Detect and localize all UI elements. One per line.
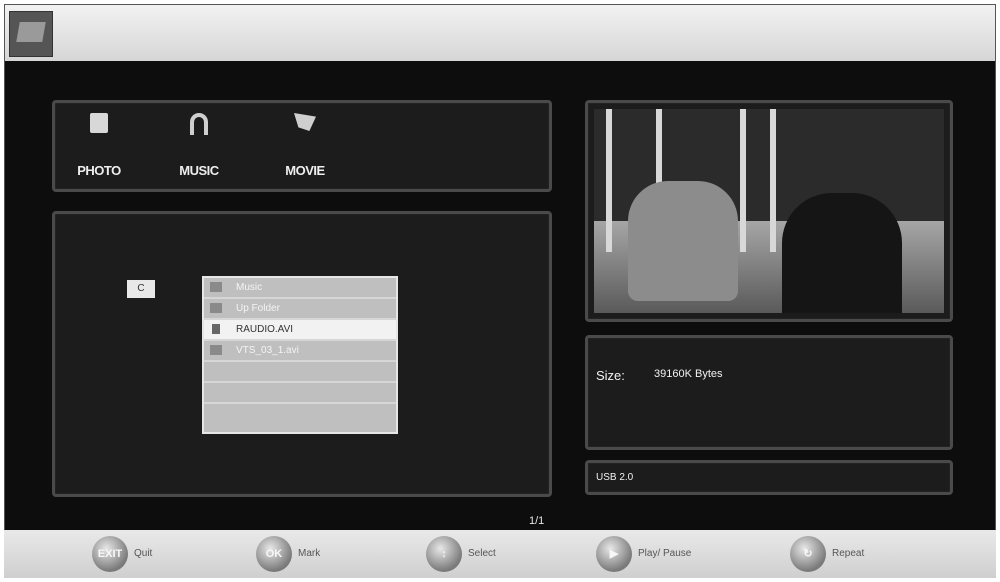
up-folder-icon bbox=[210, 303, 222, 313]
file-info-panel: Size: 39160K Bytes bbox=[585, 335, 953, 450]
repeat-label: Repeat bbox=[832, 548, 865, 559]
list-item[interactable]: Up Folder bbox=[204, 299, 396, 320]
exit-label: Quit bbox=[134, 548, 153, 559]
play-pause-icon: ▶ bbox=[596, 536, 632, 572]
tab-music[interactable]: MUSIC bbox=[159, 109, 239, 178]
page-indicator: 1/1 bbox=[529, 515, 545, 527]
music-icon bbox=[184, 113, 214, 145]
video-preview-image bbox=[594, 109, 944, 313]
file-name: Up Folder bbox=[236, 303, 280, 314]
tab-photo[interactable]: PHOTO bbox=[59, 109, 139, 178]
repeat-icon: ↻ bbox=[790, 536, 826, 572]
ok-label: Mark bbox=[298, 548, 321, 559]
list-item-empty bbox=[204, 404, 396, 425]
tab-photo-label: PHOTO bbox=[77, 163, 121, 178]
bottom-button-bar: EXIT Quit OK Mark ↕ Select ▶ Play/ Pause… bbox=[4, 530, 996, 578]
list-item[interactable]: Music bbox=[204, 278, 396, 299]
tab-movie-label: MOVIE bbox=[285, 163, 325, 178]
media-player-screen: PHOTO MUSIC MOVIE C Music Up Folder RAUD… bbox=[4, 4, 996, 578]
tab-music-label: MUSIC bbox=[179, 163, 219, 178]
list-item-selected[interactable]: RAUDIO.AVI bbox=[204, 320, 396, 341]
play-pause-label: Play/ Pause bbox=[638, 548, 692, 559]
preview-panel bbox=[585, 100, 953, 322]
select-key-icon: ↕ bbox=[426, 536, 462, 572]
file-list: Music Up Folder RAUDIO.AVI VTS_03_1.avi bbox=[202, 276, 398, 434]
file-name: RAUDIO.AVI bbox=[236, 324, 294, 335]
exit-key-icon: EXIT bbox=[92, 536, 128, 572]
size-label: Size: bbox=[596, 368, 625, 383]
size-value: 39160K Bytes bbox=[654, 368, 723, 380]
photo-icon bbox=[84, 113, 114, 145]
app-logo-icon bbox=[9, 11, 53, 57]
list-item-empty bbox=[204, 362, 396, 383]
drive-selector[interactable]: C bbox=[127, 280, 155, 298]
movie-icon bbox=[290, 113, 320, 145]
list-item[interactable]: VTS_03_1.avi bbox=[204, 341, 396, 362]
file-browser-panel: C Music Up Folder RAUDIO.AVI VTS_03_1.av… bbox=[52, 211, 552, 497]
select-label: Select bbox=[468, 548, 496, 559]
ok-key-icon: OK bbox=[256, 536, 292, 572]
device-panel: USB 2.0 bbox=[585, 460, 953, 495]
folder-icon bbox=[210, 282, 222, 292]
list-item-empty bbox=[204, 383, 396, 404]
file-name: VTS_03_1.avi bbox=[236, 345, 299, 356]
video-file-icon bbox=[210, 345, 222, 355]
media-type-panel: PHOTO MUSIC MOVIE bbox=[52, 100, 552, 192]
tab-movie[interactable]: MOVIE bbox=[265, 109, 345, 178]
file-name: Music bbox=[236, 282, 263, 293]
top-bar bbox=[5, 5, 995, 61]
device-label: USB 2.0 bbox=[596, 472, 634, 483]
video-file-icon bbox=[212, 324, 220, 334]
